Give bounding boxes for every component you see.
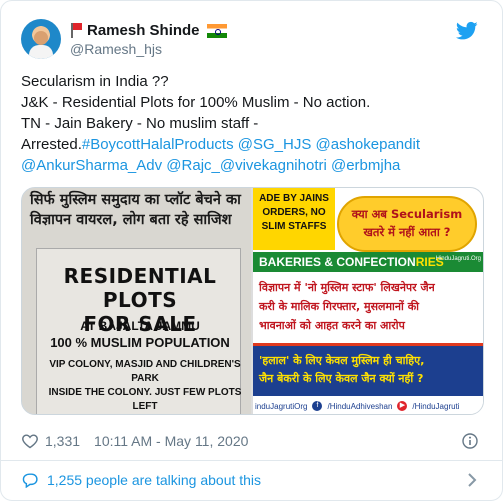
author-handle[interactable]: @Ramesh_hjs bbox=[70, 41, 162, 57]
tweet-card: Ramesh Shinde @Ramesh_hjs Secularism in … bbox=[0, 0, 503, 501]
callout-line-2: खतरे में नहीं आता ? bbox=[363, 225, 451, 239]
newspaper-ad-image[interactable]: सिर्फ मुस्लिम समुदाय का प्लॉट बेचने का व… bbox=[22, 188, 251, 414]
divider bbox=[1, 460, 502, 461]
heart-icon[interactable] bbox=[21, 433, 39, 449]
social-handle-2: /HinduAdhiveshan bbox=[327, 401, 393, 411]
ad-detail-line-2: INSIDE THE COLONY. JUST FEW PLOTS LEFT bbox=[48, 387, 242, 412]
jain-bakery-badge: ADE BY JAINS ORDERS, NO SLIM STAFFS bbox=[253, 188, 335, 250]
author-name[interactable]: Ramesh Shinde bbox=[87, 22, 200, 39]
tweet-line-2: J&K - Residential Plots for 100% Muslim … bbox=[21, 94, 371, 111]
like-count[interactable]: 1,331 bbox=[45, 433, 80, 449]
ad-location: AT BAJALTA JAMMU bbox=[80, 319, 200, 333]
tweet-line-4: Arrested.#BoycottHalalProducts @SG_HJS @… bbox=[21, 134, 481, 155]
hindi-headline: सिर्फ मुस्लिम समुदाय का प्लॉट बेचने का व… bbox=[30, 192, 241, 228]
chevron-right-icon[interactable] bbox=[466, 472, 478, 488]
ad-details: VIP COLONY, MASJID AND CHILDREN'S PARK I… bbox=[40, 358, 250, 414]
social-handles-bar: induJagrutiOrg f /HinduAdhiveshan ▶ /Hin… bbox=[253, 396, 483, 414]
youtube-icon: ▶ bbox=[397, 401, 408, 411]
avatar-face bbox=[34, 31, 48, 45]
tweet-line-3: TN - Jain Bakery - No muslim staff - bbox=[21, 115, 259, 132]
social-handle-3: /HinduJagruti bbox=[412, 401, 460, 411]
avatar-shirt bbox=[29, 45, 53, 59]
bakeries-band-text: BAKERIES & CONFECTION bbox=[259, 255, 416, 269]
ad-population: 100 % MUSLIM POPULATION bbox=[50, 335, 230, 350]
red-flag-icon bbox=[70, 23, 82, 38]
arrest-line-1: विज्ञापन में 'नो मुस्लिम स्टाफ' लिखनेपर … bbox=[259, 281, 435, 294]
hindujagruti-watermark: HinduJagruti.Org bbox=[435, 256, 481, 262]
halal-line-1: 'हलाल' के लिए केवल मुस्लिम ही चाहिए, bbox=[259, 354, 425, 367]
halal-line-2: जैन बेकरी के लिए केवल जैन क्यों नहीं ? bbox=[259, 372, 424, 385]
twitter-logo-icon[interactable] bbox=[456, 21, 478, 41]
arrest-line-3: भावनाओं को आहत करने का आरोप bbox=[259, 319, 405, 332]
callout-line-1: क्या अब Secularism bbox=[351, 207, 463, 221]
author-name-row[interactable]: Ramesh Shinde bbox=[70, 22, 227, 39]
facebook-icon: f bbox=[312, 401, 323, 411]
india-flag-icon bbox=[206, 23, 227, 38]
bakery-poster-image[interactable]: ADE BY JAINS ORDERS, NO SLIM STAFFS क्या… bbox=[253, 188, 483, 414]
badge-line-3: SLIM STAFFS bbox=[261, 221, 327, 232]
tweet-media[interactable]: सिर्फ मुस्लिम समुदाय का प्लॉट बेचने का व… bbox=[21, 187, 484, 415]
mention-links[interactable]: @AnkurSharma_Adv @Rajc_@vivekagnihotri @… bbox=[21, 155, 481, 176]
tweet-meta: 1,331 10:11 AM - May 11, 2020 bbox=[21, 431, 248, 451]
hashtag-mention-links[interactable]: #BoycottHalalProducts @SG_HJS @ashokepan… bbox=[82, 136, 420, 153]
ad-title-line-1: RESIDENTIAL PLOTS bbox=[63, 264, 217, 312]
conversation-link[interactable]: 1,255 people are talking about this bbox=[21, 469, 261, 491]
info-icon[interactable] bbox=[462, 433, 478, 449]
halal-question-band: 'हलाल' के लिए केवल मुस्लिम ही चाहिए, जैन… bbox=[253, 346, 483, 396]
social-handle-1: induJagrutiOrg bbox=[255, 401, 308, 411]
conversation-count-text[interactable]: 1,255 people are talking about this bbox=[47, 472, 261, 488]
arrest-caption: विज्ञापन में 'नो मुस्लिम स्टाफ' लिखनेपर … bbox=[253, 276, 483, 346]
bakeries-band: BAKERIES & CONFECTIONRIES bbox=[253, 252, 483, 272]
tweet-line-4-text: Arrested. bbox=[21, 136, 82, 153]
badge-line-1: ADE BY JAINS bbox=[259, 193, 329, 204]
comment-icon bbox=[22, 473, 38, 488]
arrest-line-2: करी के मालिक गिरफ्तार, मुसलमानों की bbox=[259, 300, 419, 313]
tweet-line-1: Secularism in India ?? bbox=[21, 73, 169, 90]
avatar[interactable] bbox=[21, 19, 61, 59]
badge-line-2: ORDERS, NO bbox=[262, 207, 326, 218]
ad-detail-line-1: VIP COLONY, MASJID AND CHILDREN'S PARK bbox=[49, 359, 241, 384]
secularism-callout: क्या अब Secularism खतरे में नहीं आता ? bbox=[337, 196, 477, 252]
timestamp[interactable]: 10:11 AM - May 11, 2020 bbox=[94, 433, 248, 449]
tweet-text: Secularism in India ?? J&K - Residential… bbox=[21, 71, 481, 176]
